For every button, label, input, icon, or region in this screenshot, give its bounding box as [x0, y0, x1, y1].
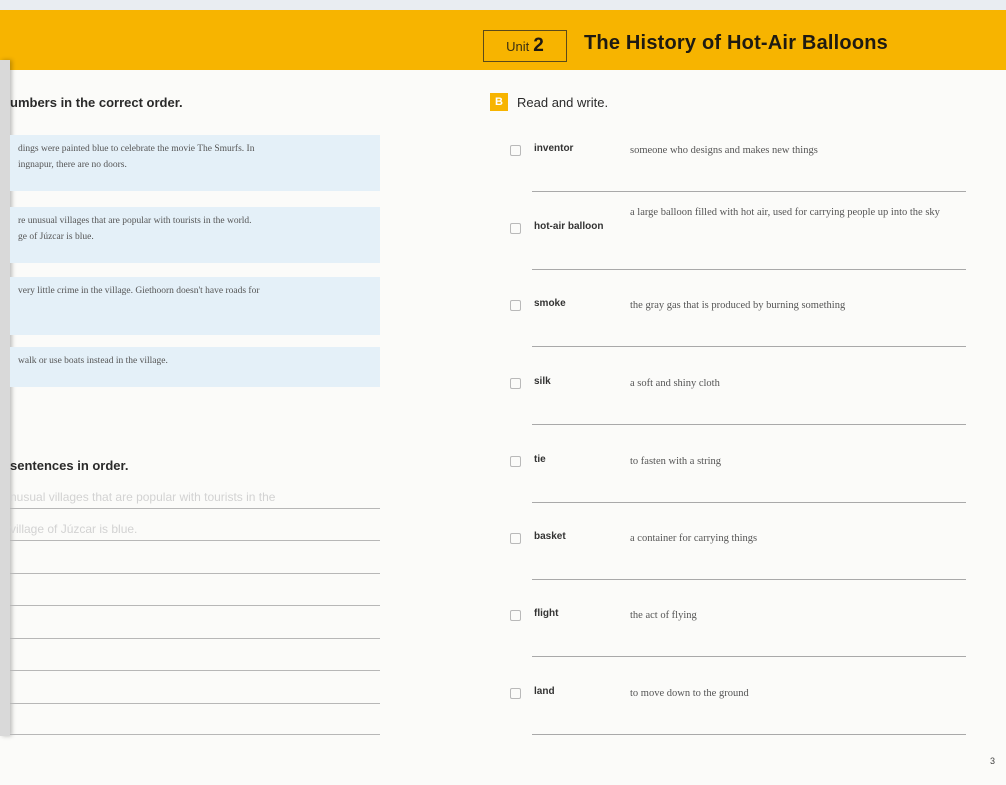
vocab-item-land: land to move down to the ground — [510, 686, 970, 765]
workbook-spread: umbers in the correct order. dings were … — [0, 0, 1006, 785]
answer-line[interactable] — [532, 269, 966, 270]
vocab-definition: a soft and shiny cloth — [630, 378, 720, 389]
page-title: The History of Hot-Air Balloons — [584, 32, 888, 54]
vocab-definition: someone who designs and makes new things — [630, 145, 818, 156]
top-band — [0, 0, 1006, 10]
writing-line[interactable] — [10, 638, 380, 639]
item-number-box — [510, 223, 521, 234]
vocab-definition: a large balloon filled with hot air, use… — [630, 207, 940, 218]
answer-line[interactable] — [532, 579, 966, 580]
vocab-word: hot-air balloon — [534, 221, 604, 232]
vocab-word: silk — [534, 376, 551, 387]
item-number-box — [510, 610, 521, 621]
vocab-item-flight: flight the act of flying — [510, 608, 970, 687]
unit-number: 2 — [533, 35, 544, 56]
answer-line[interactable] — [532, 656, 966, 657]
vocab-item-basket: basket a container for carrying things — [510, 531, 970, 610]
reading-box-1: dings were painted blue to celebrate the… — [10, 135, 380, 191]
section-letter-icon: B — [490, 93, 508, 111]
reading-box-4-line-1: walk or use boats instead in the village… — [18, 356, 168, 366]
answer-line[interactable] — [532, 424, 966, 425]
vocab-definition: the gray gas that is produced by burning… — [630, 300, 846, 311]
vocab-word: smoke — [534, 298, 566, 309]
page-curl-edge — [0, 60, 10, 736]
vocab-item-smoke: smoke the gray gas that is produced by b… — [510, 298, 970, 377]
vocab-word: flight — [534, 608, 559, 619]
writing-line[interactable] — [10, 734, 380, 735]
unit-badge: Unit 2 — [483, 30, 567, 62]
item-number-box — [510, 300, 521, 311]
reading-box-2-line-2: ge of Júzcar is blue. — [18, 232, 94, 242]
answer-line[interactable] — [532, 346, 966, 347]
reading-box-3: very little crime in the village. Gietho… — [10, 277, 380, 335]
vocab-item-silk: silk a soft and shiny cloth — [510, 376, 970, 455]
reading-box-2-line-1: re unusual villages that are popular wit… — [18, 216, 252, 226]
vocab-word: tie — [534, 454, 546, 465]
vocab-definition: to move down to the ground — [630, 688, 749, 699]
unit-label: Unit — [506, 38, 530, 54]
answer-line[interactable] — [532, 502, 966, 503]
vocab-definition: to fasten with a string — [630, 456, 721, 467]
left-instruction-order: umbers in the correct order. — [10, 95, 183, 110]
item-number-box — [510, 145, 521, 156]
item-number-box — [510, 456, 521, 467]
reading-box-1-line-2: ingnapur, there are no doors. — [18, 160, 127, 170]
vocab-definition: the act of flying — [630, 610, 697, 621]
answer-line[interactable] — [532, 734, 966, 735]
vocab-word: inventor — [534, 143, 574, 154]
reading-box-3-line-1: very little crime in the village. Gietho… — [18, 286, 260, 296]
ghost-answer-line-2: village of Júzcar is blue. — [10, 522, 138, 536]
ghost-answer-line-1: nusual villages that are popular with to… — [10, 490, 276, 504]
page-number: 3 — [990, 756, 996, 766]
reading-box-4: walk or use boats instead in the village… — [10, 347, 380, 387]
item-number-box — [510, 533, 521, 544]
item-number-box — [510, 378, 521, 389]
answer-line[interactable] — [532, 191, 966, 192]
reading-box-2: re unusual villages that are popular wit… — [10, 207, 380, 263]
writing-line[interactable] — [10, 540, 380, 541]
writing-line[interactable] — [10, 703, 380, 704]
vocab-word: basket — [534, 531, 566, 542]
item-number-box — [510, 688, 521, 699]
writing-line[interactable] — [10, 605, 380, 606]
reading-box-1-line-1: dings were painted blue to celebrate the… — [18, 144, 255, 154]
left-instruction-sentences: sentences in order. — [10, 458, 129, 473]
vocab-item-hot-air-balloon: hot-air balloon a large balloon filled w… — [510, 207, 970, 300]
writing-line[interactable] — [10, 508, 380, 509]
writing-line[interactable] — [10, 573, 380, 574]
writing-line[interactable] — [10, 670, 380, 671]
vocab-definition: a container for carrying things — [630, 533, 758, 544]
right-instruction: Read and write. — [517, 95, 609, 110]
vocab-item-tie: tie to fasten with a string — [510, 454, 970, 533]
vocab-word: land — [534, 686, 555, 697]
